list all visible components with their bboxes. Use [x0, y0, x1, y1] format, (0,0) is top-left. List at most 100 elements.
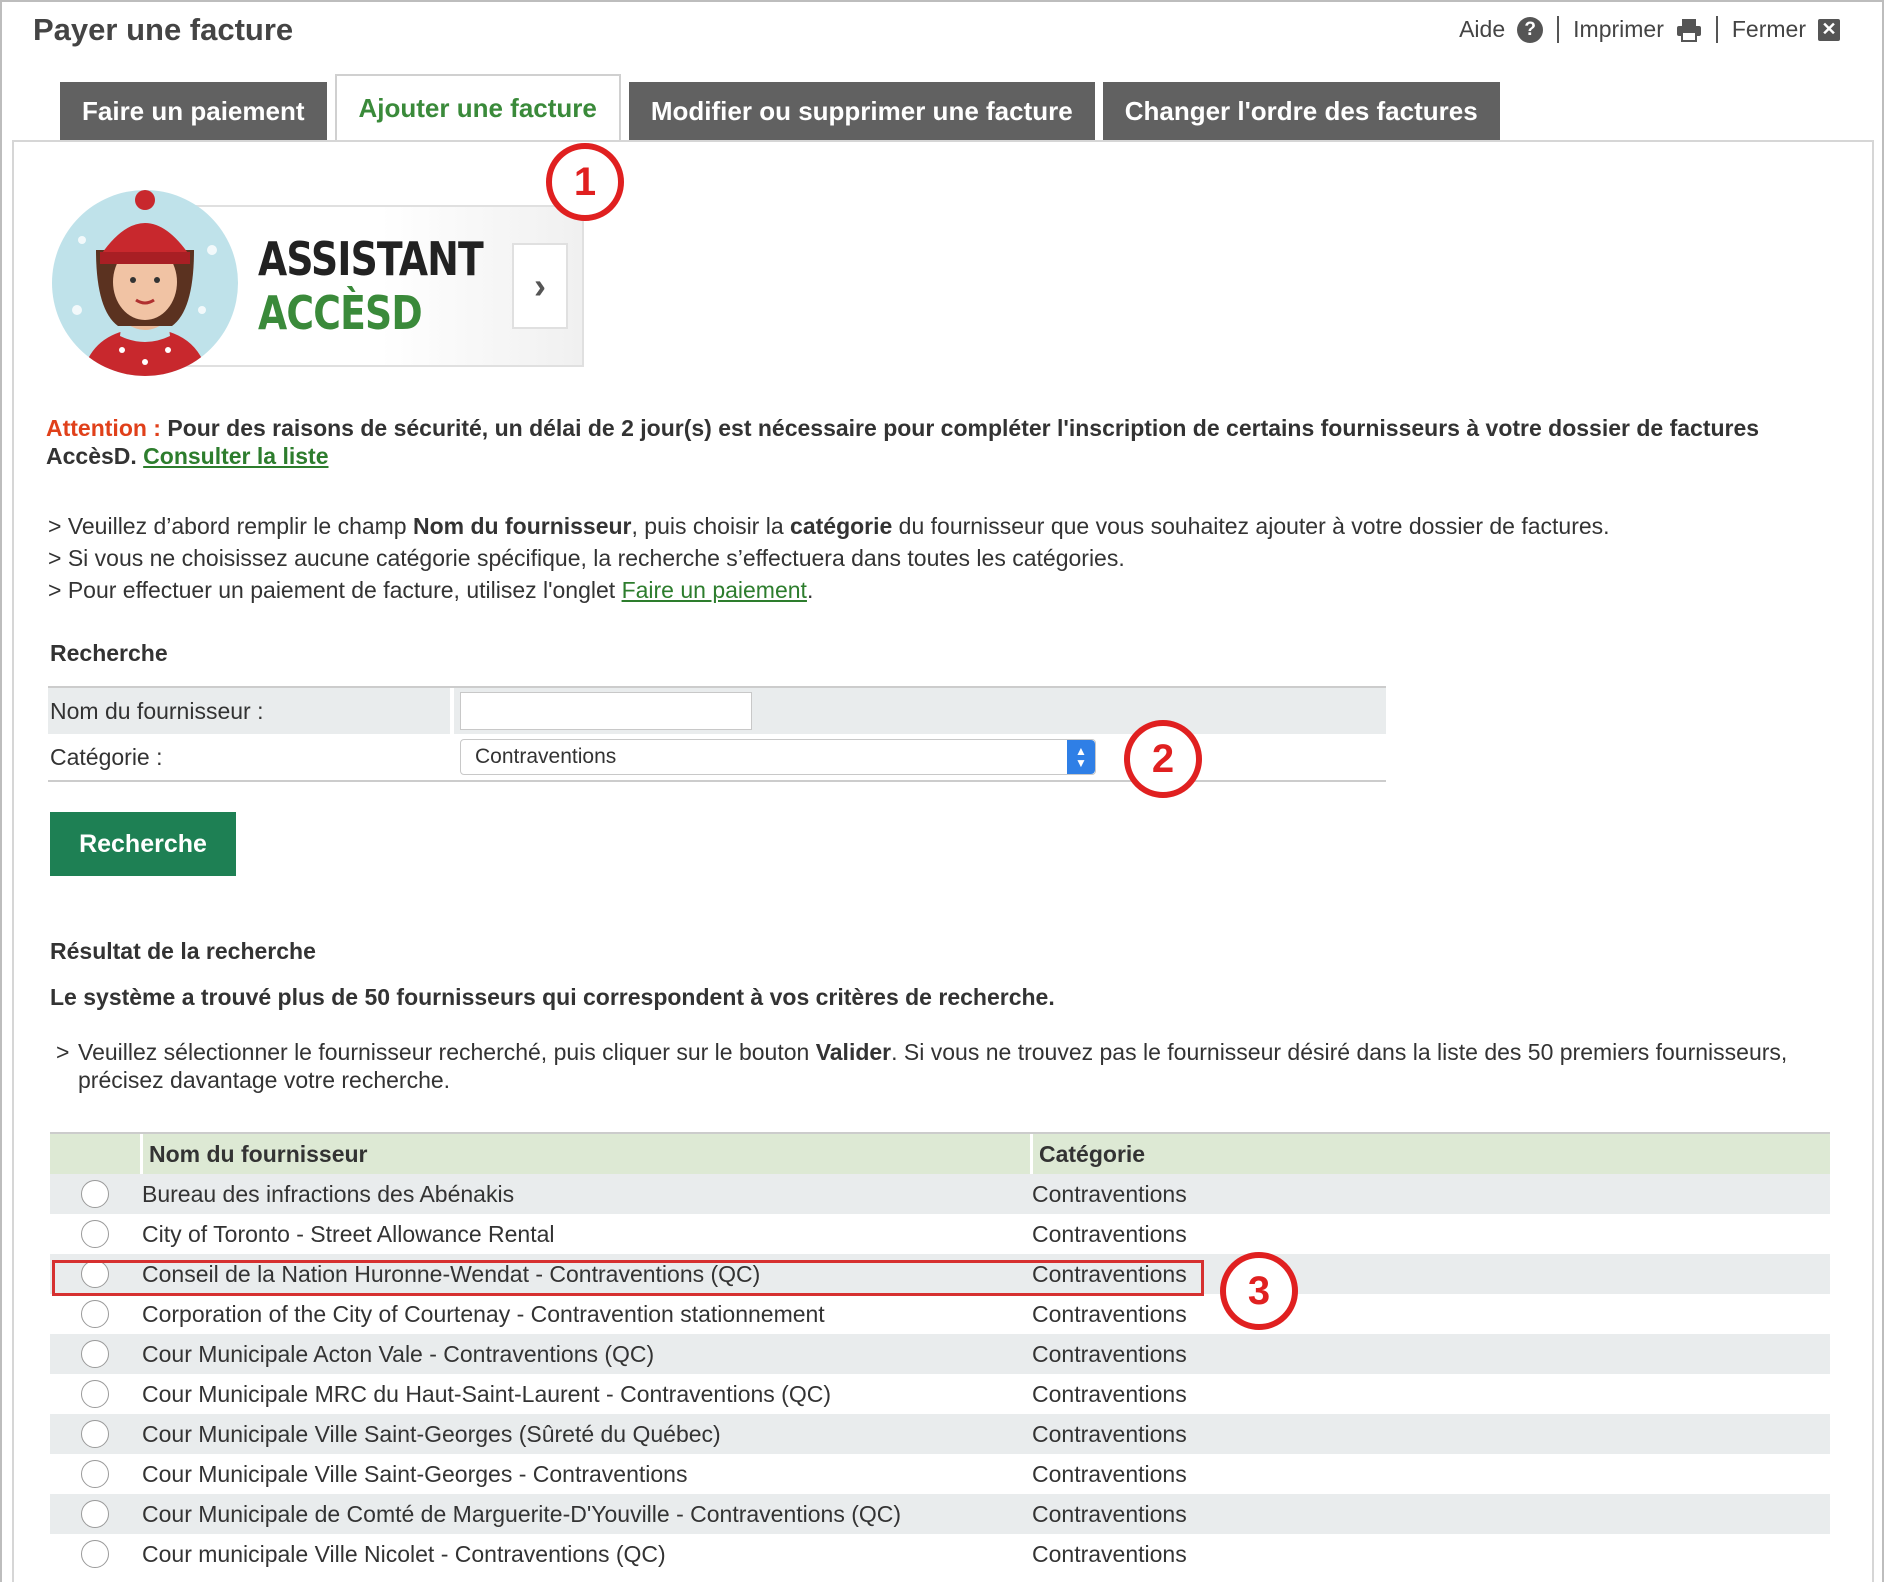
category-cell: Contraventions — [1032, 1500, 1187, 1527]
annotation-marker-3: 3 — [1220, 1252, 1298, 1330]
row-radio[interactable] — [81, 1460, 109, 1488]
row-radio[interactable] — [81, 1540, 109, 1568]
annotation-marker-1: 1 — [546, 143, 624, 221]
close-link[interactable]: Fermer ✕ — [1715, 16, 1854, 43]
row-radio[interactable] — [81, 1380, 109, 1408]
radio-cell — [50, 1180, 140, 1208]
tab-change-order[interactable]: Changer l'ordre des factures — [1102, 82, 1500, 140]
radio-cell — [50, 1260, 140, 1288]
header-category: Catégorie — [1030, 1134, 1830, 1174]
radio-cell — [50, 1460, 140, 1488]
row-radio[interactable] — [81, 1500, 109, 1528]
category-cell: Contraventions — [1032, 1340, 1187, 1367]
instruction-text: du fournisseur que vous souhaitez ajoute… — [892, 513, 1610, 539]
table-row[interactable]: Cour Municipale MRC du Haut-Saint-Lauren… — [50, 1374, 1830, 1414]
instructions: > Veuillez d’abord remplir le champ Nom … — [48, 510, 1610, 606]
supplier-name-cell: Cour Municipale MRC du Haut-Saint-Lauren… — [142, 1380, 832, 1407]
category-cell: Contraventions — [1032, 1540, 1187, 1567]
tab-make-payment[interactable]: Faire un paiement — [60, 82, 327, 140]
tab-add-bill[interactable]: Ajouter une facture — [334, 74, 621, 140]
radio-cell — [50, 1340, 140, 1368]
instruction-bold: catégorie — [790, 513, 893, 539]
attention-notice: Attention : Pour des raisons de sécurité… — [46, 414, 1846, 470]
supplier-name-cell: Conseil de la Nation Huronne-Wendat - Co… — [142, 1260, 761, 1287]
category-cell: Contraventions — [1032, 1180, 1187, 1207]
instruction-text: Veuillez sélectionner le fournisseur rec… — [78, 1039, 816, 1065]
results-instruction-text: Veuillez sélectionner le fournisseur rec… — [78, 1038, 1856, 1094]
radio-cell — [50, 1300, 140, 1328]
banner-title-line1: ASSISTANT — [258, 232, 484, 286]
chevron-right-icon[interactable]: › — [512, 243, 568, 329]
search-button[interactable]: Recherche — [50, 812, 236, 876]
row-radio[interactable] — [81, 1340, 109, 1368]
table-row[interactable]: Conseil de la Nation Huronne-Wendat - Co… — [50, 1254, 1830, 1294]
print-link[interactable]: Imprimer — [1557, 16, 1716, 43]
supplier-name-cell: Cour Municipale de Comté de Marguerite-D… — [142, 1500, 902, 1527]
close-icon: ✕ — [1818, 18, 1840, 41]
table-row[interactable]: Bureau des infractions des Abénakis Cont… — [50, 1174, 1830, 1214]
supplier-name-cell: Bureau des infractions des Abénakis — [142, 1180, 515, 1207]
row-radio[interactable] — [81, 1260, 109, 1288]
banner-title-line2: ACCÈSD — [258, 286, 423, 340]
column-divider — [450, 734, 454, 780]
category-cell: Contraventions — [1032, 1300, 1187, 1327]
radio-cell — [50, 1380, 140, 1408]
instruction-bold: Nom du fournisseur — [413, 513, 632, 539]
supplier-name-cell: City of Toronto - Street Allowance Renta… — [142, 1220, 555, 1247]
help-label: Aide — [1459, 16, 1506, 42]
instruction-text: , puis choisir la — [631, 513, 791, 539]
category-cell: Contraventions — [1032, 1460, 1187, 1487]
supplier-name-cell: Cour Municipale Acton Vale - Contraventi… — [142, 1340, 655, 1367]
consult-list-link[interactable]: Consulter la liste — [143, 443, 328, 469]
bullet-chevron: > — [56, 1039, 70, 1065]
top-actions: Aide ? Imprimer Fermer ✕ — [1445, 16, 1854, 43]
print-label: Imprimer — [1573, 16, 1664, 42]
column-divider — [450, 688, 454, 734]
category-select[interactable]: Contraventions ▲ ▼ — [460, 739, 1096, 775]
select-arrows-icon: ▲ ▼ — [1067, 740, 1095, 774]
instruction-text: . — [806, 577, 814, 603]
tab-edit-delete-bill[interactable]: Modifier ou supprimer une facture — [628, 82, 1095, 140]
row-radio[interactable] — [81, 1300, 109, 1328]
table-row[interactable]: Cour Municipale de Comté de Marguerite-D… — [50, 1494, 1830, 1534]
table-row[interactable]: City of Toronto - Street Allowance Renta… — [50, 1214, 1830, 1254]
supplier-name-label: Nom du fournisseur : — [50, 697, 264, 724]
table-row[interactable]: Cour Municipale Acton Vale - Contraventi… — [50, 1334, 1830, 1374]
help-icon: ? — [1517, 16, 1544, 43]
close-label: Fermer — [1731, 16, 1806, 42]
instruction-line-3: > Pour effectuer un paiement de facture,… — [48, 574, 1610, 606]
category-selected-value: Contraventions — [475, 745, 617, 768]
help-link[interactable]: Aide ? — [1445, 16, 1557, 43]
results-section-title: Résultat de la recherche — [50, 938, 316, 964]
instruction-line-1: > Veuillez d’abord remplir le champ Nom … — [48, 510, 1610, 542]
radio-cell — [50, 1540, 140, 1568]
page-title: Payer une facture — [33, 12, 294, 47]
category-cell: Contraventions — [1032, 1220, 1187, 1247]
category-cell: Contraventions — [1032, 1380, 1187, 1407]
table-row[interactable]: Cour Municipale Ville Saint-Georges - Co… — [50, 1454, 1830, 1494]
instruction-text: > Veuillez d’abord remplir le champ — [48, 513, 413, 539]
make-payment-link[interactable]: Faire un paiement — [622, 577, 807, 603]
supplier-name-cell: Cour Municipale Ville Saint-Georges (Sûr… — [142, 1420, 721, 1447]
instruction-text: > Pour effectuer un paiement de facture,… — [48, 577, 622, 603]
results-table: Nom du fournisseur Catégorie Bureau des … — [50, 1132, 1830, 1574]
table-row[interactable]: Cour municipale Ville Nicolet - Contrave… — [50, 1534, 1830, 1574]
table-row[interactable]: Cour Municipale Ville Saint-Georges (Sûr… — [50, 1414, 1830, 1454]
row-radio[interactable] — [81, 1180, 109, 1208]
category-cell: Contraventions — [1032, 1420, 1187, 1447]
header-supplier-name: Nom du fournisseur — [140, 1134, 1030, 1174]
row-radio[interactable] — [81, 1420, 109, 1448]
results-found-message: Le système a trouvé plus de 50 fournisse… — [50, 984, 1055, 1010]
annotation-marker-2: 2 — [1124, 720, 1202, 798]
category-label: Catégorie : — [50, 743, 163, 770]
row-radio[interactable] — [81, 1220, 109, 1248]
attention-label: Attention : — [46, 415, 161, 441]
supplier-name-cell: Cour Municipale Ville Saint-Georges - Co… — [142, 1460, 688, 1487]
instruction-line-2: > Si vous ne choisissez aucune catégorie… — [48, 545, 1125, 571]
radio-cell — [50, 1220, 140, 1248]
printer-icon — [1676, 18, 1701, 42]
supplier-name-cell: Cour municipale Ville Nicolet - Contrave… — [142, 1540, 666, 1567]
assistant-accesd-banner[interactable]: › ASSISTANT ACCÈSD — [52, 190, 584, 376]
supplier-name-input[interactable] — [460, 692, 752, 730]
table-row[interactable]: Corporation of the City of Courtenay - C… — [50, 1294, 1830, 1334]
